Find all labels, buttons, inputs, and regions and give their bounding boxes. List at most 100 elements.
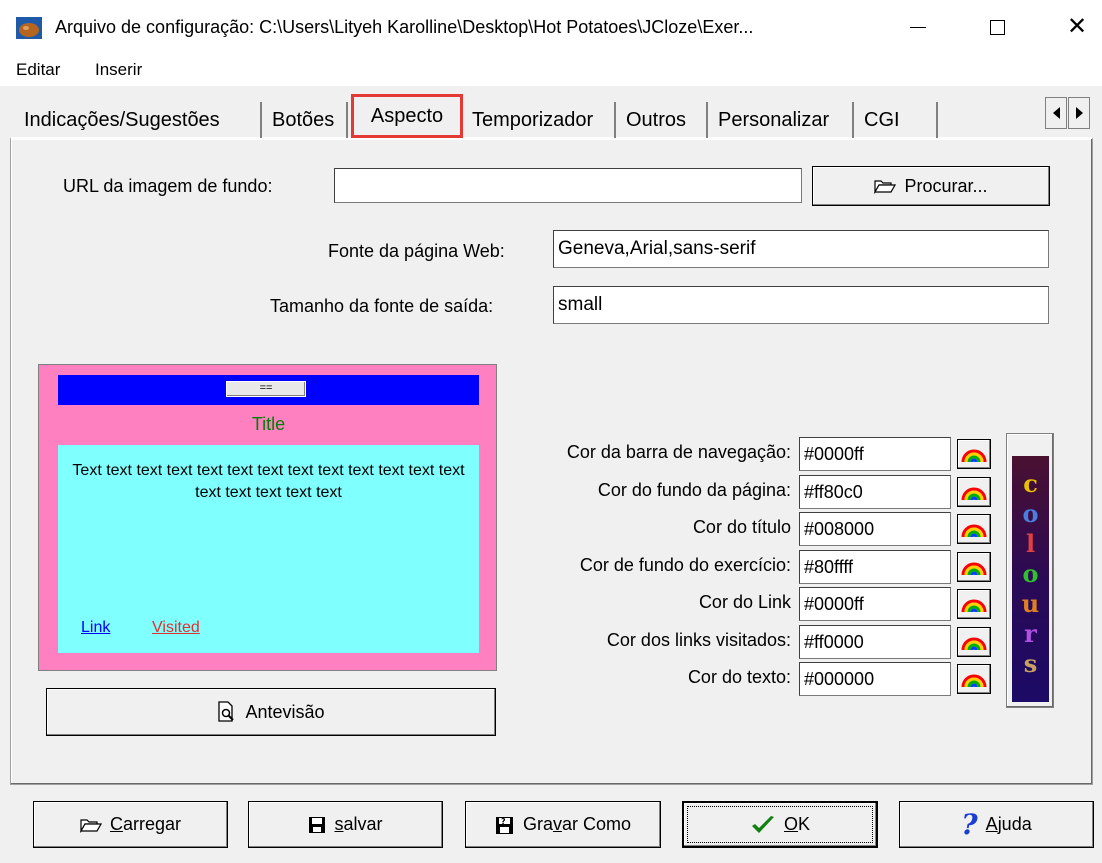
color-label: Cor dos links visitados: [606, 630, 791, 650]
help-rest: juda [997, 814, 1032, 834]
preview-button[interactable]: Antevisão [46, 688, 496, 736]
tab-scroll-left-button[interactable] [1045, 97, 1067, 129]
menu-bar [0, 54, 1102, 86]
font-label: Fonte da página Web: [328, 241, 505, 261]
load-label: Carregar [110, 814, 181, 835]
color-value-input[interactable]: #80ffff [799, 550, 951, 584]
preview-title: Title [251, 414, 286, 434]
close-button[interactable]: ✕ [1062, 12, 1092, 42]
ok-accel: O [783, 814, 798, 834]
color-value-input[interactable]: #ff0000 [799, 625, 951, 659]
color-picker-button[interactable] [957, 552, 991, 582]
preview-magnifier-icon [218, 701, 235, 722]
colours-letter: r [1024, 619, 1037, 648]
bg-image-url-input[interactable] [334, 168, 802, 203]
load-accel: C [109, 814, 123, 834]
preview-nav-button: == [226, 381, 306, 397]
hot-potatoes-app-icon [16, 17, 42, 39]
minimize-button[interactable] [903, 12, 933, 42]
color-value-input[interactable]: #0000ff [799, 587, 951, 621]
color-label: Cor do título [692, 517, 791, 537]
arrow-left-icon [1052, 107, 1060, 119]
maximize-button[interactable] [982, 12, 1012, 42]
menu-inserir[interactable]: Inserir [95, 60, 142, 80]
colours-letter: s [1023, 649, 1038, 678]
tab-personalizar[interactable]: Personalizar [712, 102, 854, 138]
rainbow-icon [961, 562, 987, 576]
checkmark-icon [751, 815, 774, 833]
colours-logo: c o l o u r s [1012, 456, 1049, 702]
tab-indicacoes[interactable]: Indicações/Sugestões [18, 102, 262, 138]
help-label: Ajuda [986, 814, 1032, 835]
save-as-label: Gravar Como [523, 814, 631, 835]
ok-label: OK [784, 814, 810, 835]
tab-cgi[interactable]: CGI [858, 102, 938, 138]
load-button[interactable]: Carregar [33, 801, 228, 848]
preview-text: Text text text text text text text text … [72, 462, 465, 501]
window-title: Arquivo de configuração: C:\Users\Lityeh… [55, 17, 754, 37]
color-value-input[interactable]: #ff80c0 [799, 475, 951, 509]
tab-temporizador[interactable]: Temporizador [466, 102, 616, 138]
preview-link: Link [81, 619, 111, 636]
help-button[interactable]: ? Ajuda [899, 801, 1094, 848]
minimize-icon [910, 26, 926, 28]
ok-button[interactable]: OK [682, 801, 878, 848]
menu-editar[interactable]: Editar [16, 60, 60, 80]
save-as-button[interactable]: ? Gravar Como [465, 801, 661, 848]
colours-letter: c [1023, 469, 1038, 498]
colours-letter: l [1025, 529, 1036, 558]
color-label: Cor da barra de navegação: [566, 442, 791, 462]
preview-visited-link: Visited [152, 619, 200, 636]
font-input[interactable]: Geneva,Arial,sans-serif [553, 230, 1049, 268]
load-rest: arregar [122, 814, 182, 834]
tab-aspecto[interactable]: Aspecto [351, 94, 463, 138]
color-picker-button[interactable] [957, 439, 991, 469]
color-value-input[interactable]: #0000ff [799, 437, 951, 471]
browse-label: Procurar... [904, 175, 988, 196]
save-rest: alvar [343, 814, 383, 834]
rainbow-icon [961, 674, 987, 688]
color-label: Cor do texto: [687, 667, 791, 687]
maximize-icon [989, 19, 1005, 35]
close-icon: ✕ [1066, 13, 1088, 40]
rainbow-icon [961, 637, 987, 651]
save-as-icon: ? [495, 816, 513, 834]
color-value-input[interactable]: #008000 [799, 512, 951, 546]
colours-letter: u [1021, 589, 1040, 618]
save-label: salvar [334, 814, 382, 835]
color-label: Cor do Link [698, 592, 791, 612]
font-size-label: Tamanho da fonte de saída: [270, 296, 494, 316]
rainbow-icon [961, 449, 987, 463]
rainbow-icon [961, 524, 987, 538]
color-label: Cor de fundo do exercício: [579, 555, 791, 575]
svg-text:?: ? [501, 817, 506, 826]
save-button[interactable]: salvar [248, 801, 443, 848]
question-mark-icon: ? [961, 808, 978, 841]
open-folder-icon [874, 180, 897, 194]
colours-letter: o [1022, 499, 1039, 528]
help-accel: A [985, 814, 998, 834]
color-value-input[interactable]: #000000 [799, 662, 951, 696]
save-as-pre: Gra [522, 814, 553, 834]
color-label: Cor do fundo da página: [597, 480, 791, 500]
color-picker-button[interactable] [957, 477, 991, 507]
save-as-accel: v [552, 814, 562, 834]
color-picker-button[interactable] [957, 589, 991, 619]
save-as-rest: ar Como [561, 814, 632, 834]
tab-outros[interactable]: Outros [620, 102, 708, 138]
color-picker-button[interactable] [957, 664, 991, 694]
arrow-right-icon [1075, 107, 1083, 119]
color-picker-button[interactable] [957, 627, 991, 657]
tab-scroll-right-button[interactable] [1068, 97, 1090, 129]
rainbow-icon [961, 599, 987, 613]
browse-button[interactable]: Procurar... [812, 166, 1050, 206]
preview-button-label: Antevisão [245, 701, 325, 722]
font-size-input[interactable]: small [553, 286, 1049, 324]
open-folder-icon [79, 818, 102, 833]
color-picker-button[interactable] [957, 514, 991, 544]
ok-rest: K [798, 814, 811, 834]
colours-letter: o [1022, 559, 1039, 588]
floppy-disk-icon [309, 816, 326, 833]
tab-botoes[interactable]: Botões [266, 102, 348, 138]
rainbow-icon [961, 487, 987, 501]
